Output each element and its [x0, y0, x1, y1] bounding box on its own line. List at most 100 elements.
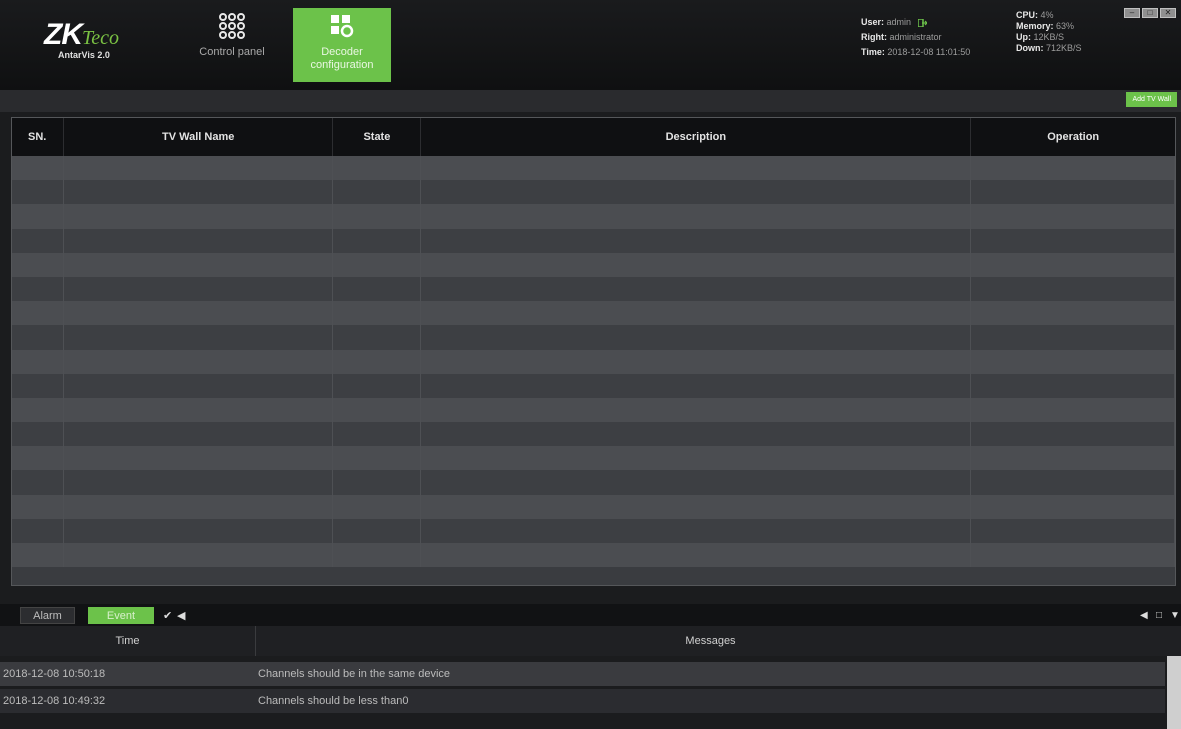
tab-event[interactable]: Event	[88, 607, 154, 624]
table-cell	[64, 397, 334, 423]
table-cell	[971, 156, 1175, 181]
column-header-operation[interactable]: Operation	[971, 118, 1175, 156]
column-header-description[interactable]: Description	[421, 118, 972, 156]
user-label: User:	[861, 17, 885, 27]
tab-decoder-configuration[interactable]: Decoder configuration	[293, 8, 391, 82]
user-info: User: admin Right: administrator Time: 2…	[861, 15, 970, 60]
table-cell	[333, 252, 422, 277]
table-row[interactable]	[12, 543, 1175, 568]
table-cell	[421, 156, 972, 181]
table-cell	[64, 518, 334, 543]
table-row[interactable]	[12, 301, 1175, 326]
table-row[interactable]	[12, 518, 1175, 543]
table-cell	[64, 373, 334, 398]
table-cell	[971, 422, 1175, 447]
time-label: Time:	[861, 47, 885, 57]
table-cell	[12, 325, 64, 350]
table-row[interactable]	[12, 180, 1175, 205]
add-tv-wall-button[interactable]: Add TV Wall	[1126, 92, 1177, 107]
logout-icon[interactable]	[916, 17, 928, 28]
table-cell	[971, 349, 1175, 374]
table-cell	[971, 373, 1175, 398]
table-row[interactable]	[12, 470, 1175, 495]
table-row[interactable]	[12, 276, 1175, 302]
table-cell	[12, 301, 64, 326]
table-cell	[333, 228, 422, 253]
down-value: 712KB/S	[1046, 43, 1082, 53]
float-icon[interactable]: □	[1156, 610, 1162, 621]
column-header-tv-wall-name[interactable]: TV Wall Name	[64, 118, 334, 156]
decoder-icon	[331, 15, 354, 38]
table-cell	[421, 494, 972, 519]
table-cell	[333, 422, 422, 447]
restore-icon[interactable]: □	[1142, 8, 1158, 18]
log-row[interactable]: 2018-12-08 10:50:18 Channels should be i…	[0, 662, 1165, 686]
table-cell	[333, 349, 422, 374]
table-row[interactable]	[12, 397, 1175, 423]
column-header-state[interactable]: State	[333, 118, 422, 156]
table-row[interactable]	[12, 422, 1175, 447]
collapse-icon[interactable]: ▼	[1170, 610, 1180, 621]
column-header-sn[interactable]: SN.	[12, 118, 64, 156]
user-value: admin	[886, 17, 912, 27]
table-cell	[12, 422, 64, 447]
table-cell	[12, 204, 64, 229]
window-controls: – □ ✕	[1124, 8, 1176, 18]
table-cell	[333, 397, 422, 423]
table-row[interactable]	[12, 204, 1175, 229]
log-panel-toolbar: Alarm Event ✔ ◀ ◀ □ ▼	[0, 604, 1181, 626]
table-cell	[12, 156, 64, 181]
table-cell	[64, 228, 334, 253]
close-icon[interactable]: ✕	[1160, 8, 1176, 18]
table-row[interactable]	[12, 252, 1175, 277]
minimize-icon[interactable]: –	[1124, 8, 1140, 18]
clear-icon[interactable]: ✔	[163, 609, 172, 622]
table-cell	[12, 494, 64, 519]
table-cell	[333, 470, 422, 495]
log-row[interactable]: 2018-12-08 10:49:32 Channels should be l…	[0, 689, 1165, 713]
table-cell	[971, 276, 1175, 302]
table-cell	[971, 470, 1175, 495]
table-cell	[64, 180, 334, 205]
table-row[interactable]	[12, 156, 1175, 181]
table-header: SN. TV Wall Name State Description Opera…	[12, 118, 1175, 156]
memory-value: 63%	[1056, 21, 1075, 31]
down-label: Down:	[1016, 43, 1044, 53]
log-time: 2018-12-08 10:50:18	[3, 668, 106, 680]
table-row[interactable]	[12, 446, 1175, 471]
table-row[interactable]	[12, 228, 1175, 253]
table-row[interactable]	[12, 349, 1175, 374]
table-cell	[971, 301, 1175, 326]
column-header-time[interactable]: Time	[0, 626, 256, 656]
table-row[interactable]	[12, 373, 1175, 398]
table-cell	[421, 180, 972, 205]
tab-alarm[interactable]: Alarm	[20, 607, 75, 624]
table-row[interactable]	[12, 325, 1175, 350]
memory-label: Memory:	[1016, 21, 1054, 31]
table-cell	[333, 204, 422, 229]
tab-control-panel[interactable]: Control panel	[183, 8, 281, 82]
table-cell	[333, 373, 422, 398]
sound-icon[interactable]: ◀	[177, 609, 185, 622]
column-header-messages[interactable]: Messages	[256, 626, 1165, 656]
toolbar: Add TV Wall	[0, 90, 1181, 112]
table-cell	[12, 349, 64, 374]
up-value: 12KB/S	[1033, 32, 1065, 42]
table-row[interactable]	[12, 494, 1175, 519]
table-cell	[64, 204, 334, 229]
table-cell	[64, 349, 334, 374]
pin-icon[interactable]: ◀	[1140, 610, 1148, 621]
log-time: 2018-12-08 10:49:32	[3, 695, 106, 707]
cpu-label: CPU:	[1016, 10, 1038, 20]
logo-main: ZK	[44, 18, 83, 51]
table-cell	[971, 228, 1175, 253]
table-cell	[421, 252, 972, 277]
time-value: 2018-12-08 11:01:50	[887, 47, 971, 57]
log-scrollbar[interactable]	[1167, 656, 1181, 729]
table-cell	[64, 156, 334, 181]
table-cell	[333, 180, 422, 205]
system-stats: CPU: 4% Memory: 63% Up: 12KB/S Down: 712…	[1016, 10, 1082, 54]
control-panel-icon	[219, 13, 245, 39]
table-cell	[971, 446, 1175, 471]
table-cell	[971, 494, 1175, 519]
